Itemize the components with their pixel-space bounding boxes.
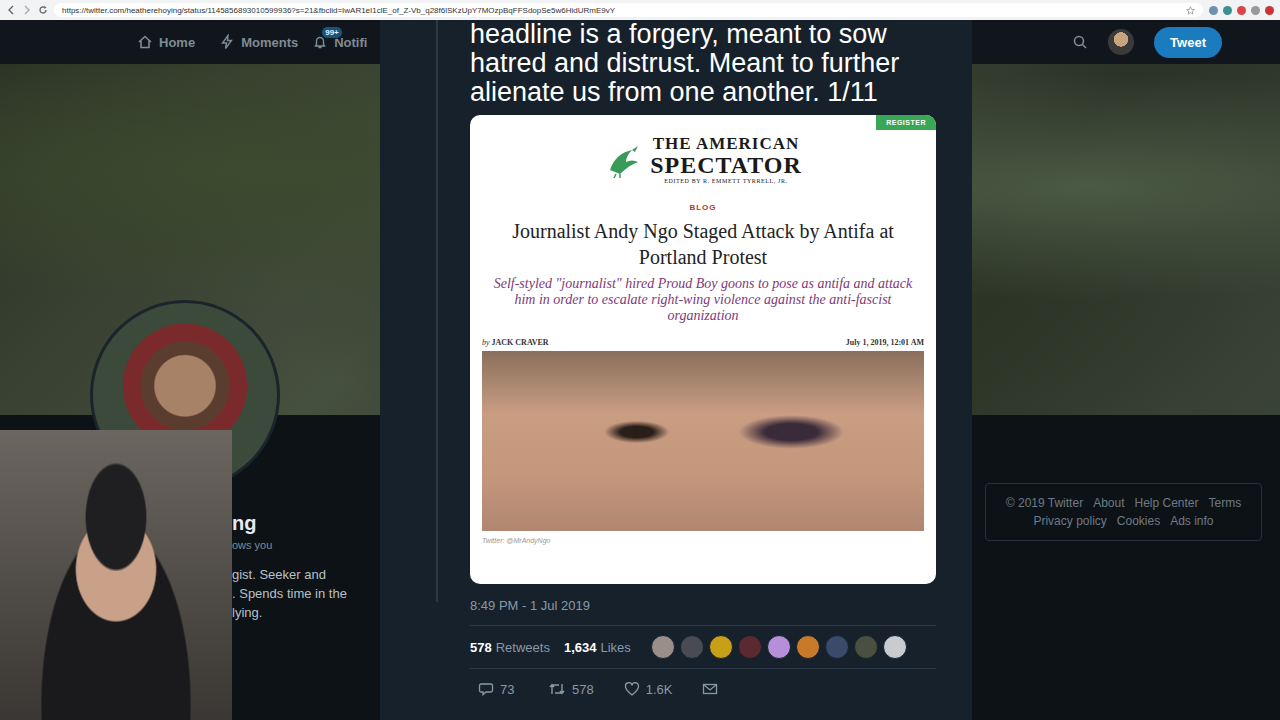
bird-logo-icon — [604, 140, 644, 180]
nav-right: Tweet — [1072, 27, 1222, 58]
retweet-count: 578 — [572, 682, 594, 697]
footer-line: © 2019 Twitter About Help Center Terms — [1006, 496, 1241, 510]
webcam-video — [0, 430, 232, 720]
account-avatar[interactable] — [1108, 29, 1134, 55]
reply-action[interactable]: 73 — [478, 681, 518, 697]
photo-credit: Twitter: @MrAndyNgo — [482, 537, 550, 544]
logo-edited: EDITED BY R. EMMETT TYRRELL, JR. — [664, 177, 787, 185]
envelope-icon — [702, 681, 718, 697]
logo-main: SPECTATOR — [650, 153, 802, 177]
bio-line: . Spends time in the — [232, 584, 372, 603]
browser-bar: https://twitter.com/heatherehoying/statu… — [0, 0, 1280, 20]
notification-badge: 99+ — [321, 26, 343, 39]
heart-icon — [624, 681, 640, 697]
reply-icon — [478, 681, 494, 697]
nav-label: Moments — [241, 35, 298, 50]
byline-prefix: by — [482, 338, 490, 347]
liker-avatar[interactable] — [825, 635, 849, 659]
footer-link[interactable]: Terms — [1209, 496, 1242, 510]
retweet-action[interactable]: 578 — [548, 681, 594, 697]
article-headline: Journalist Andy Ngo Staged Attack by Ant… — [482, 218, 924, 270]
footer-link: © 2019 Twitter — [1006, 496, 1083, 510]
bell-wrap: 99+ — [312, 34, 328, 50]
right-column: © 2019 Twitter About Help Center Terms Priva… — [985, 415, 1280, 720]
extension-icon[interactable] — [1251, 6, 1260, 15]
extension-icon[interactable] — [1265, 6, 1274, 15]
nav-notifications[interactable]: 99+Notifi — [312, 34, 367, 50]
profile-name: ng — [232, 512, 372, 535]
home-icon — [137, 34, 153, 50]
tweet-button[interactable]: Tweet — [1154, 27, 1222, 58]
article-byline: by JACK CRAVER July 1, 2019, 12:01 AM — [482, 338, 924, 347]
footer-link[interactable]: Ads info — [1170, 514, 1213, 528]
thread-line — [436, 20, 438, 602]
reload-icon[interactable] — [38, 5, 48, 15]
byline-author: by JACK CRAVER — [482, 338, 549, 347]
bio-line: gist. Seeker and — [232, 565, 372, 584]
liker-avatars — [651, 635, 907, 659]
footer-link[interactable]: Cookies — [1117, 514, 1160, 528]
address-bar[interactable]: https://twitter.com/heatherehoying/statu… — [54, 3, 1203, 17]
page: Home Moments 99+Notifi Tweet ng ows you gist. … — [0, 20, 1280, 720]
author: JACK CRAVER — [492, 338, 549, 347]
tweet: headline is a forgery, meant to sow hatr… — [470, 20, 936, 720]
liker-avatar[interactable] — [796, 635, 820, 659]
forward-icon[interactable] — [22, 5, 32, 15]
extension-icon[interactable] — [1223, 6, 1232, 15]
star-icon[interactable] — [1186, 6, 1195, 15]
profile-bio: gist. Seeker and. Spends time in thelyin… — [232, 565, 372, 622]
stat-label: Likes — [600, 640, 630, 655]
tweet-text: headline is a forgery, meant to sow hatr… — [470, 20, 936, 107]
liker-avatar[interactable] — [651, 635, 675, 659]
liker-avatar[interactable] — [854, 635, 878, 659]
stat[interactable]: 578 Retweets — [470, 640, 550, 655]
nav-moments[interactable]: Moments — [219, 34, 298, 50]
liker-avatar[interactable] — [767, 635, 791, 659]
tweet-image-article[interactable]: REGISTER THE AMERICANSPECTATOREDITED BY R… — [470, 115, 936, 584]
stat-count: 1,634 — [564, 640, 597, 655]
liker-avatar[interactable] — [883, 635, 907, 659]
tweet-modal: headline is a forgery, meant to sow hatr… — [380, 20, 972, 720]
like-count: 1.6K — [646, 682, 673, 697]
tweet-stats: 578 Retweets 1,634Likes — [470, 625, 936, 669]
nav-label: Home — [159, 35, 195, 50]
footer-link[interactable]: About — [1093, 496, 1124, 510]
logo-top: THE AMERICAN — [653, 135, 800, 153]
url-text: https://twitter.com/heatherehoying/statu… — [62, 6, 615, 15]
liker-avatar[interactable] — [709, 635, 733, 659]
liker-avatar[interactable] — [680, 635, 704, 659]
logo-text: THE AMERICANSPECTATOREDITED BY R. EMMETT… — [650, 135, 802, 185]
extension-icon[interactable] — [1237, 6, 1246, 15]
liker-avatar[interactable] — [738, 635, 762, 659]
reply-count: 73 — [500, 682, 514, 697]
tweet-time[interactable]: 8:49 PM - 1 Jul 2019 — [470, 598, 936, 613]
screen: https://twitter.com/heatherehoying/statu… — [0, 0, 1280, 720]
footer-line: Privacy policy Cookies Ads info — [1033, 514, 1213, 528]
nav-home[interactable]: Home — [137, 34, 195, 50]
back-icon[interactable] — [6, 5, 16, 15]
article-section: BLOG — [689, 203, 716, 212]
message-action[interactable] — [702, 681, 742, 697]
retweet-icon — [548, 681, 566, 697]
follows-you: ows you — [232, 539, 372, 551]
footer: © 2019 Twitter About Help Center Terms Priva… — [985, 483, 1262, 541]
stat[interactable]: 1,634Likes — [564, 640, 631, 655]
extension-icons — [1209, 6, 1274, 15]
bio-line: lying. — [232, 603, 372, 622]
extension-icon[interactable] — [1209, 6, 1218, 15]
publication-logo: THE AMERICANSPECTATOREDITED BY R. EMMETT… — [604, 135, 802, 185]
footer-link[interactable]: Privacy policy — [1033, 514, 1106, 528]
stat-label: Retweets — [496, 640, 550, 655]
article-date: July 1, 2019, 12:01 AM — [846, 338, 924, 347]
stat-count: 578 — [470, 640, 492, 655]
thread-rail — [380, 20, 470, 720]
tweet-actions: 73 578 1.6K — [470, 669, 936, 697]
lightning-icon — [219, 34, 235, 50]
footer-link[interactable]: Help Center — [1134, 496, 1198, 510]
search-icon[interactable] — [1072, 34, 1088, 50]
register-badge: REGISTER — [876, 115, 936, 130]
article-photo — [482, 351, 924, 531]
article-dek: Self-styled "journalist" hired Proud Boy… — [482, 276, 924, 324]
like-action[interactable]: 1.6K — [624, 681, 673, 697]
